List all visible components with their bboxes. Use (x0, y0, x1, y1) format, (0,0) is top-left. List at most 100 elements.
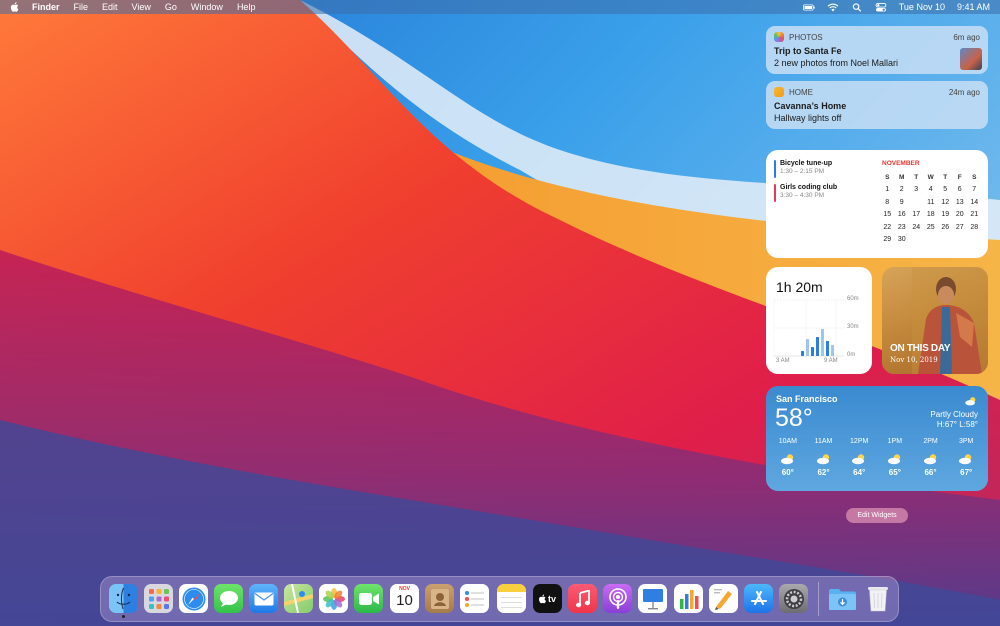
calendar-day[interactable]: 18 (924, 211, 939, 218)
calendar-day[interactable]: 9 (895, 199, 910, 206)
hourly-temp: 64° (853, 468, 866, 477)
partly-cloudy-icon (780, 454, 794, 465)
menu-view[interactable]: View (132, 2, 151, 12)
apple-menu-icon[interactable] (10, 2, 20, 12)
y-axis-tick: 0m (847, 352, 856, 358)
menubar-date[interactable]: Tue Nov 10 (899, 2, 945, 12)
calendar-day[interactable]: 7 (967, 186, 982, 193)
menu-help[interactable]: Help (237, 2, 256, 12)
calendar-day[interactable]: 26 (938, 224, 953, 231)
photos-icon[interactable] (319, 584, 348, 613)
calendar-day[interactable]: 5 (938, 186, 953, 193)
partly-cloudy-icon (965, 397, 976, 406)
notification-photo-thumbnail (960, 48, 982, 70)
podcasts-icon[interactable] (603, 584, 632, 613)
calendar-day[interactable]: 11 (924, 199, 939, 206)
calendar-day[interactable]: 19 (938, 211, 953, 218)
launchpad-icon[interactable] (144, 584, 173, 613)
facetime-icon[interactable] (354, 584, 383, 613)
calendar-day[interactable]: 27 (953, 224, 968, 231)
event-title: Bicycle tune-up (780, 160, 833, 167)
calendar-day[interactable]: 20 (953, 211, 968, 218)
calendar-day[interactable]: 17 (909, 211, 924, 218)
menu-go[interactable]: Go (165, 2, 177, 12)
messages-icon[interactable] (214, 584, 243, 613)
calendar-icon[interactable]: NOV 10 (390, 584, 419, 613)
partly-cloudy-icon (816, 454, 829, 465)
weekday-label: F (957, 173, 962, 181)
calendar-day[interactable]: 22 (880, 224, 895, 231)
dock-separator (818, 582, 819, 616)
battery-icon[interactable] (802, 3, 815, 12)
reminders-icon[interactable] (460, 584, 489, 613)
numbers-icon[interactable] (674, 584, 703, 613)
calendar-day[interactable]: 24 (909, 224, 924, 231)
hourly-item: 11AM 62° (806, 438, 842, 477)
partly-cloudy-icon (887, 454, 901, 465)
wifi-icon[interactable] (827, 3, 839, 12)
safari-icon[interactable] (179, 584, 208, 613)
partly-cloudy-icon (852, 454, 865, 465)
calendar-event[interactable]: Girls coding club 3:30 – 4:30 PM (774, 184, 874, 202)
spotlight-search-icon[interactable] (851, 2, 863, 12)
hourly-temp: 60° (781, 468, 794, 477)
calendar-day[interactable]: 8 (880, 199, 895, 206)
calendar-event[interactable]: Bicycle tune-up 1:30 – 2:15 PM (774, 160, 874, 178)
keynote-icon[interactable] (638, 584, 667, 613)
edit-widgets-button[interactable]: Edit Widgets (846, 508, 908, 523)
mail-icon[interactable] (249, 584, 278, 613)
menu-edit[interactable]: Edit (102, 2, 118, 12)
menu-file[interactable]: File (74, 2, 89, 12)
tv-icon[interactable]: tv (533, 584, 562, 613)
calendar-day[interactable]: 21 (967, 211, 982, 218)
calendar-week-row: 1 2 3 4 5 6 7 (880, 184, 982, 197)
calendar-day[interactable]: 1 (880, 186, 895, 193)
contacts-icon[interactable] (425, 584, 454, 613)
finder-icon[interactable] (109, 584, 138, 613)
calendar-day[interactable]: 16 (895, 211, 910, 218)
calendar-week-row: 29 30 (880, 234, 982, 247)
downloads-folder-icon[interactable] (828, 584, 857, 613)
notification-home[interactable]: HOME 24m ago Cavanna’s Home Hallway ligh… (766, 81, 988, 129)
calendar-day[interactable]: 14 (967, 199, 982, 206)
app-store-icon[interactable] (744, 584, 773, 613)
weekday-label: M (899, 173, 905, 181)
tv-label: tv (547, 593, 556, 604)
system-preferences-icon[interactable] (779, 584, 808, 613)
weather-city: San Francisco (776, 394, 838, 404)
menubar-clock[interactable]: 9:41 AM (957, 2, 990, 12)
weather-widget[interactable]: San Francisco 58° Partly Cloudy H:67° L:… (766, 386, 988, 491)
menu-bar: Finder File Edit View Go Window Help Tue… (0, 0, 1000, 14)
calendar-day[interactable]: 12 (938, 199, 953, 206)
notification-photos[interactable]: PHOTOS 6m ago Trip to Santa Fe 2 new pho… (766, 26, 988, 74)
notes-icon[interactable] (497, 584, 526, 613)
calendar-day[interactable]: 23 (895, 224, 910, 231)
screen-time-widget[interactable]: 1h 20m 60m 30m 0m 3 AM 9 AM (766, 267, 872, 374)
event-color-bar (774, 160, 776, 178)
calendar-day-today[interactable]: 10 (909, 196, 924, 208)
active-app-menu[interactable]: Finder (32, 2, 60, 12)
maps-icon[interactable] (284, 584, 313, 613)
y-axis-tick: 60m (847, 296, 859, 302)
calendar-day[interactable]: 28 (967, 224, 982, 231)
photos-memory-widget[interactable]: ON THIS DAY Nov 10, 2019 (882, 267, 988, 374)
calendar-day[interactable]: 6 (953, 186, 968, 193)
calendar-day[interactable]: 3 (909, 186, 924, 193)
calendar-day[interactable]: 30 (895, 236, 910, 243)
trash-icon[interactable] (863, 584, 892, 613)
weather-temperature: 58° (775, 404, 813, 432)
photos-app-icon (774, 32, 784, 42)
calendar-day[interactable]: 4 (924, 186, 939, 193)
pages-icon[interactable] (709, 584, 738, 613)
control-center-icon[interactable] (875, 2, 887, 12)
calendar-day[interactable]: 29 (880, 236, 895, 243)
weekday-label: S (885, 173, 890, 181)
music-icon[interactable] (568, 584, 597, 613)
menu-window[interactable]: Window (191, 2, 223, 12)
calendar-day[interactable]: 15 (880, 211, 895, 218)
x-axis-label: 9 AM (824, 358, 838, 364)
calendar-day[interactable]: 25 (924, 224, 939, 231)
calendar-day[interactable]: 13 (953, 199, 968, 206)
calendar-day[interactable]: 2 (895, 186, 910, 193)
calendar-widget[interactable]: Bicycle tune-up 1:30 – 2:15 PM Girls cod… (766, 150, 988, 258)
